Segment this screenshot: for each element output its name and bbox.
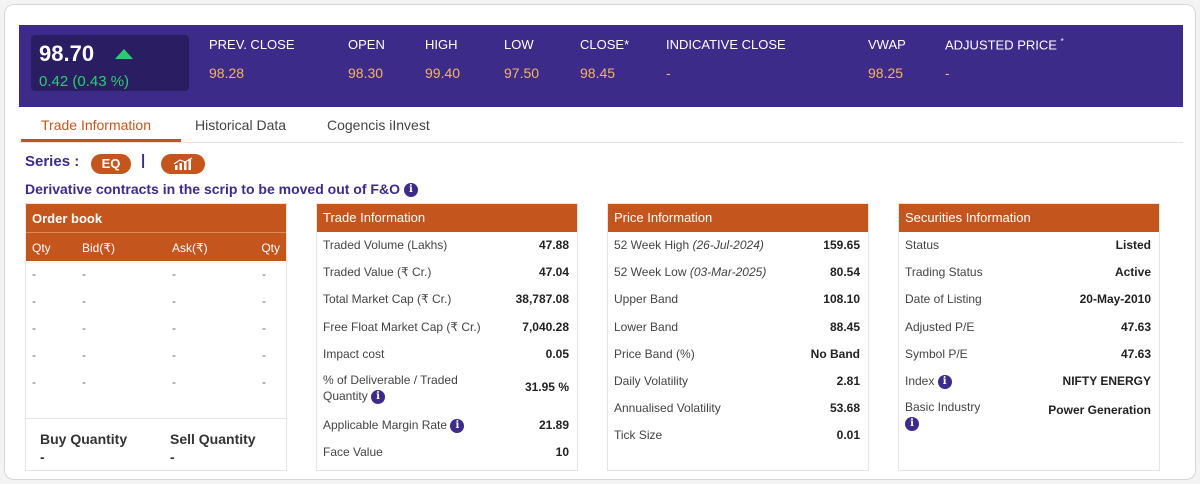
list-item: Face Value 10 <box>323 445 569 460</box>
active-tab-underline <box>21 139 181 142</box>
table-row: ---- <box>32 321 266 335</box>
list-item: Status Listed <box>905 238 1151 252</box>
stat-indicative-close: INDICATIVE CLOSE - <box>666 37 786 81</box>
info-icon[interactable]: i <box>403 183 418 198</box>
table-row: ---- <box>32 267 266 281</box>
list-item: 52 Week High (26-Jul-2024) 159.65 <box>614 238 860 252</box>
trade-information-panel: Trade Information Traded Volume (Lakhs) 4… <box>316 203 578 471</box>
chart-icon <box>173 157 193 170</box>
list-item: Basic Industry i Power Generation <box>905 400 1151 431</box>
table-row: ---- <box>32 294 266 308</box>
order-book-columns: Qty Bid(₹) Ask(₹) Qty <box>26 233 286 261</box>
trade-information-title: Trade Information <box>317 204 577 232</box>
series-separator: | <box>141 152 146 169</box>
list-item: Impact cost 0.05 <box>323 346 569 361</box>
list-item: Applicable Margin Rate i 21.89 <box>323 417 569 433</box>
buy-quantity-value: - <box>40 449 45 465</box>
list-item: Traded Value (₹ Cr.) 47.04 <box>323 265 569 280</box>
tab-cogencis-iinvest[interactable]: Cogencis iInvest <box>327 117 430 133</box>
sell-quantity-value: - <box>170 449 175 465</box>
buy-quantity-label: Buy Quantity <box>40 431 128 447</box>
list-item: Annualised Volatility 53.68 <box>614 401 860 416</box>
tab-bar: Trade Information Historical Data Cogenc… <box>19 109 1183 143</box>
stat-open: OPEN 98.30 <box>348 37 385 81</box>
list-item: Date of Listing 20-May-2010 <box>905 292 1151 307</box>
list-item: Lower Band 88.45 <box>614 319 860 334</box>
list-item: Price Band (%) No Band <box>614 346 860 361</box>
up-arrow-icon <box>115 49 133 59</box>
info-icon[interactable]: i <box>450 418 465 433</box>
list-item: Upper Band 108.10 <box>614 292 860 307</box>
order-book-title: Order book <box>26 204 286 233</box>
list-item: Tick Size 0.01 <box>614 428 860 443</box>
list-item: Free Float Market Cap (₹ Cr.) 7,040.28 <box>323 319 569 334</box>
tab-historical-data[interactable]: Historical Data <box>195 117 286 133</box>
stat-low: LOW 97.50 <box>504 37 540 81</box>
derivative-notice: Derivative contracts in the scrip to be … <box>25 181 418 198</box>
list-item: Traded Volume (Lakhs) 47.88 <box>323 238 569 252</box>
stat-close: CLOSE* 98.45 <box>580 37 630 81</box>
info-icon[interactable]: i <box>905 416 919 431</box>
list-item: % of Deliverable / Traded Quantity i 31.9… <box>323 372 569 404</box>
stat-adjusted-price: ADJUSTED PRICE * - <box>945 37 1064 82</box>
list-item: Total Market Cap (₹ Cr.) 38,787.08 <box>323 292 569 307</box>
chart-button[interactable] <box>161 154 205 174</box>
securities-information-panel: Securities Information Status Listed Trad… <box>898 203 1160 471</box>
price-information-panel: Price Information 52 Week High (26-Jul-2… <box>607 203 869 471</box>
sell-quantity-label: Sell Quantity <box>170 431 256 447</box>
list-item: Index i NIFTY ENERGY <box>905 373 1151 389</box>
quote-header: 98.70 0.42 (0.43 %) PREV. CLOSE 98.28 OP… <box>19 25 1183 107</box>
last-price-box: 98.70 0.42 (0.43 %) <box>31 35 189 91</box>
stat-high: HIGH 99.40 <box>425 37 461 81</box>
price-information-title: Price Information <box>608 204 868 232</box>
info-icon[interactable]: i <box>937 374 952 389</box>
list-item: Adjusted P/E 47.63 <box>905 319 1151 334</box>
tab-trade-information[interactable]: Trade Information <box>41 117 151 133</box>
list-item: Daily Volatility 2.81 <box>614 373 860 388</box>
stat-vwap: VWAP 98.25 <box>868 37 906 81</box>
info-icon[interactable]: i <box>371 389 386 404</box>
order-book-panel: Order book Qty Bid(₹) Ask(₹) Qty ---- --… <box>25 203 287 471</box>
stat-prev-close: PREV. CLOSE 98.28 <box>209 37 295 81</box>
series-label: Series : <box>25 153 80 170</box>
list-item: Symbol P/E 47.63 <box>905 346 1151 361</box>
price-change: 0.42 (0.43 %) <box>39 73 130 90</box>
table-row: ---- <box>32 375 266 389</box>
list-item: Trading Status Active <box>905 265 1151 280</box>
securities-information-title: Securities Information <box>899 204 1159 232</box>
quote-widget: 98.70 0.42 (0.43 %) PREV. CLOSE 98.28 OP… <box>4 4 1196 480</box>
list-item: 52 Week Low (03-Mar-2025) 80.54 <box>614 265 860 280</box>
order-book-totals: Buy Quantity - Sell Quantity - <box>26 418 286 472</box>
table-row: ---- <box>32 348 266 362</box>
series-eq-pill[interactable]: EQ <box>91 154 131 174</box>
last-traded-price: 98.70 <box>39 41 95 66</box>
